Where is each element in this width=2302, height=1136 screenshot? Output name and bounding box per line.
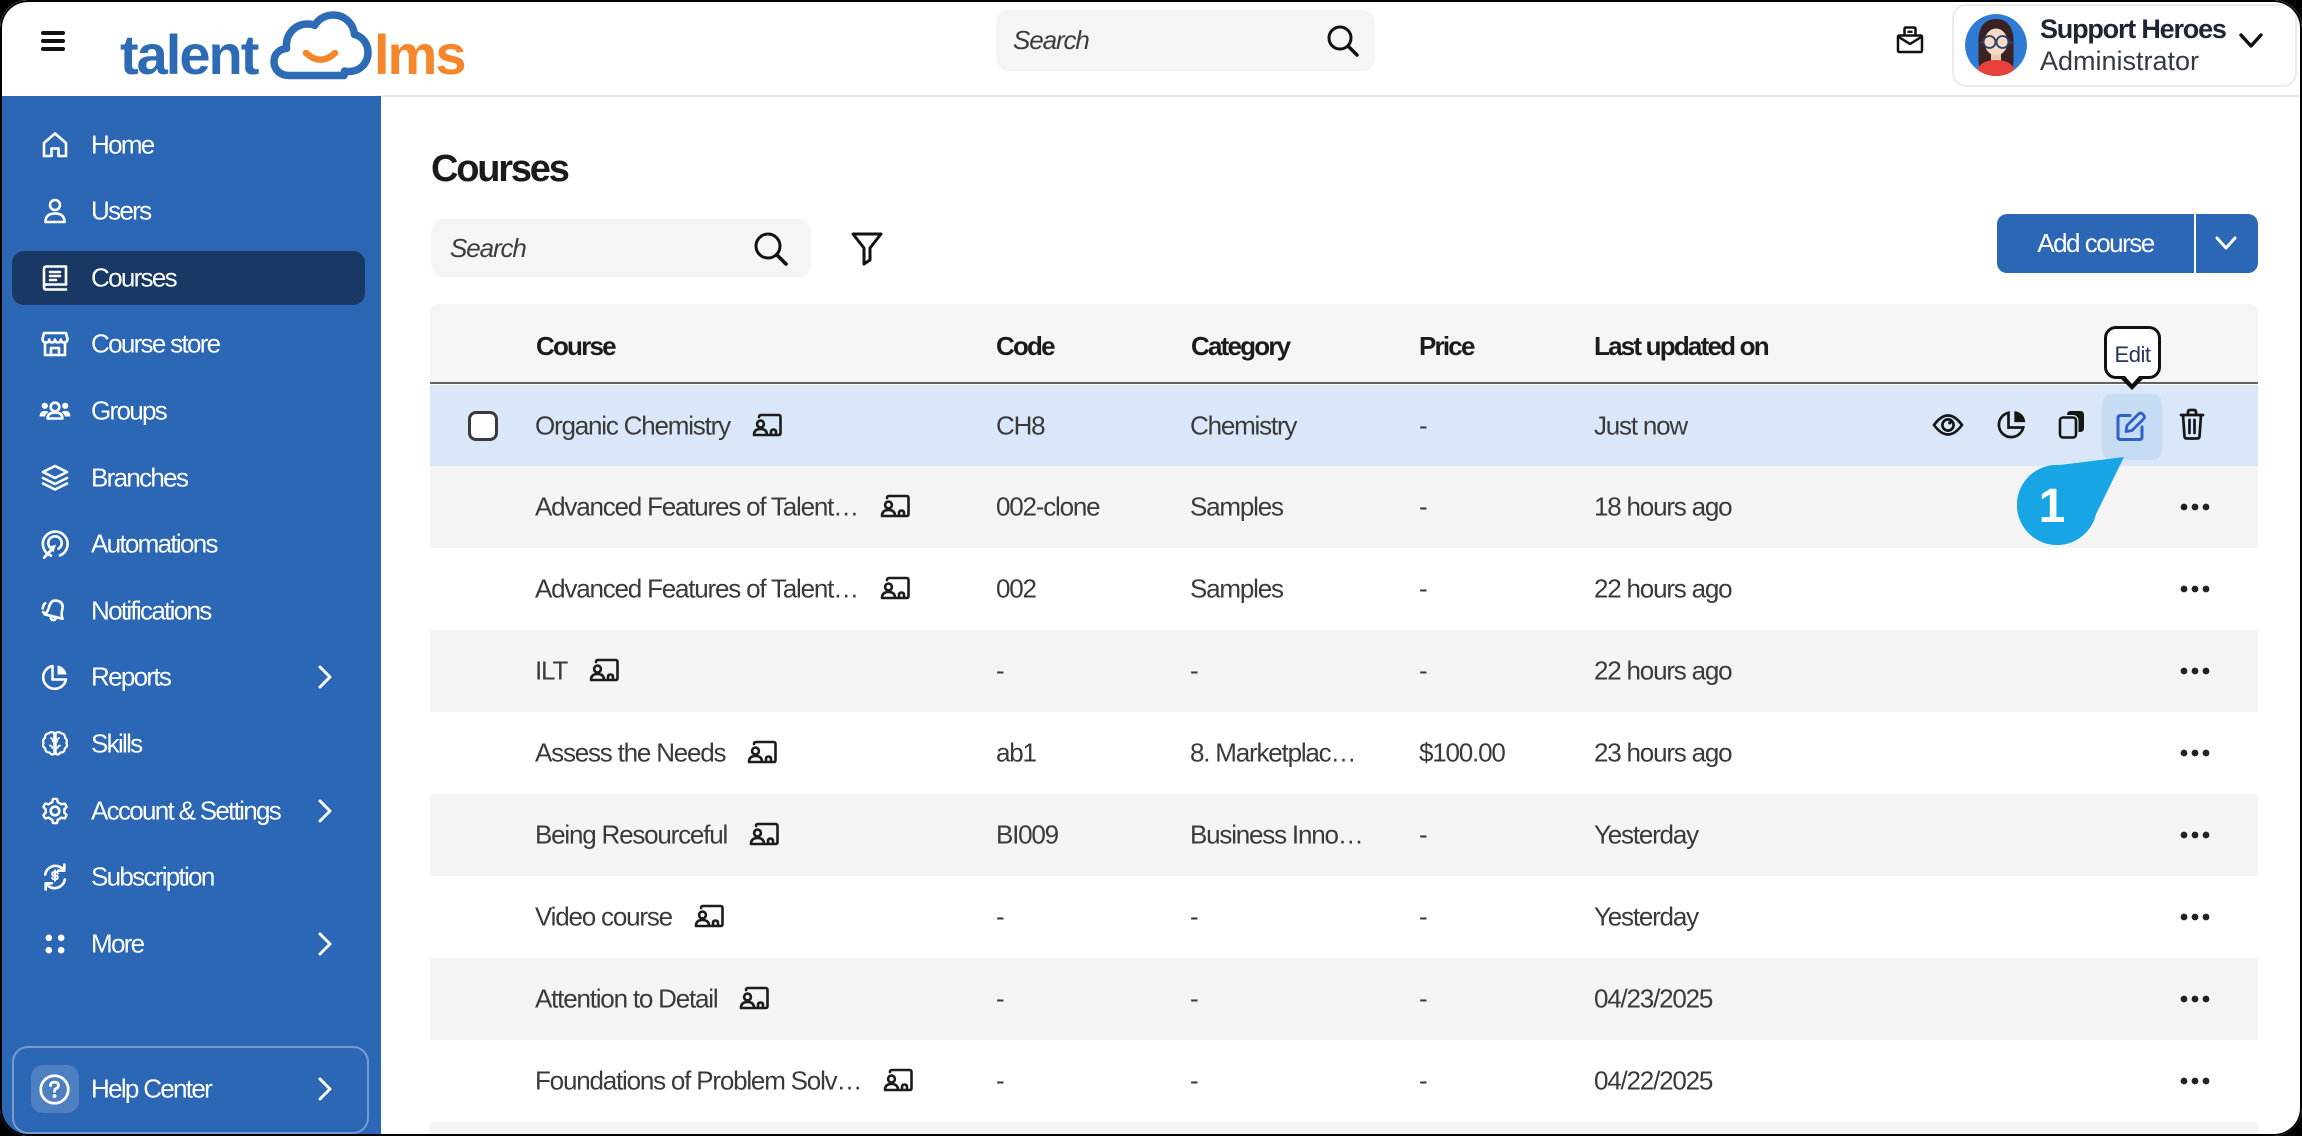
svg-text:1: 1	[2039, 480, 2066, 533]
